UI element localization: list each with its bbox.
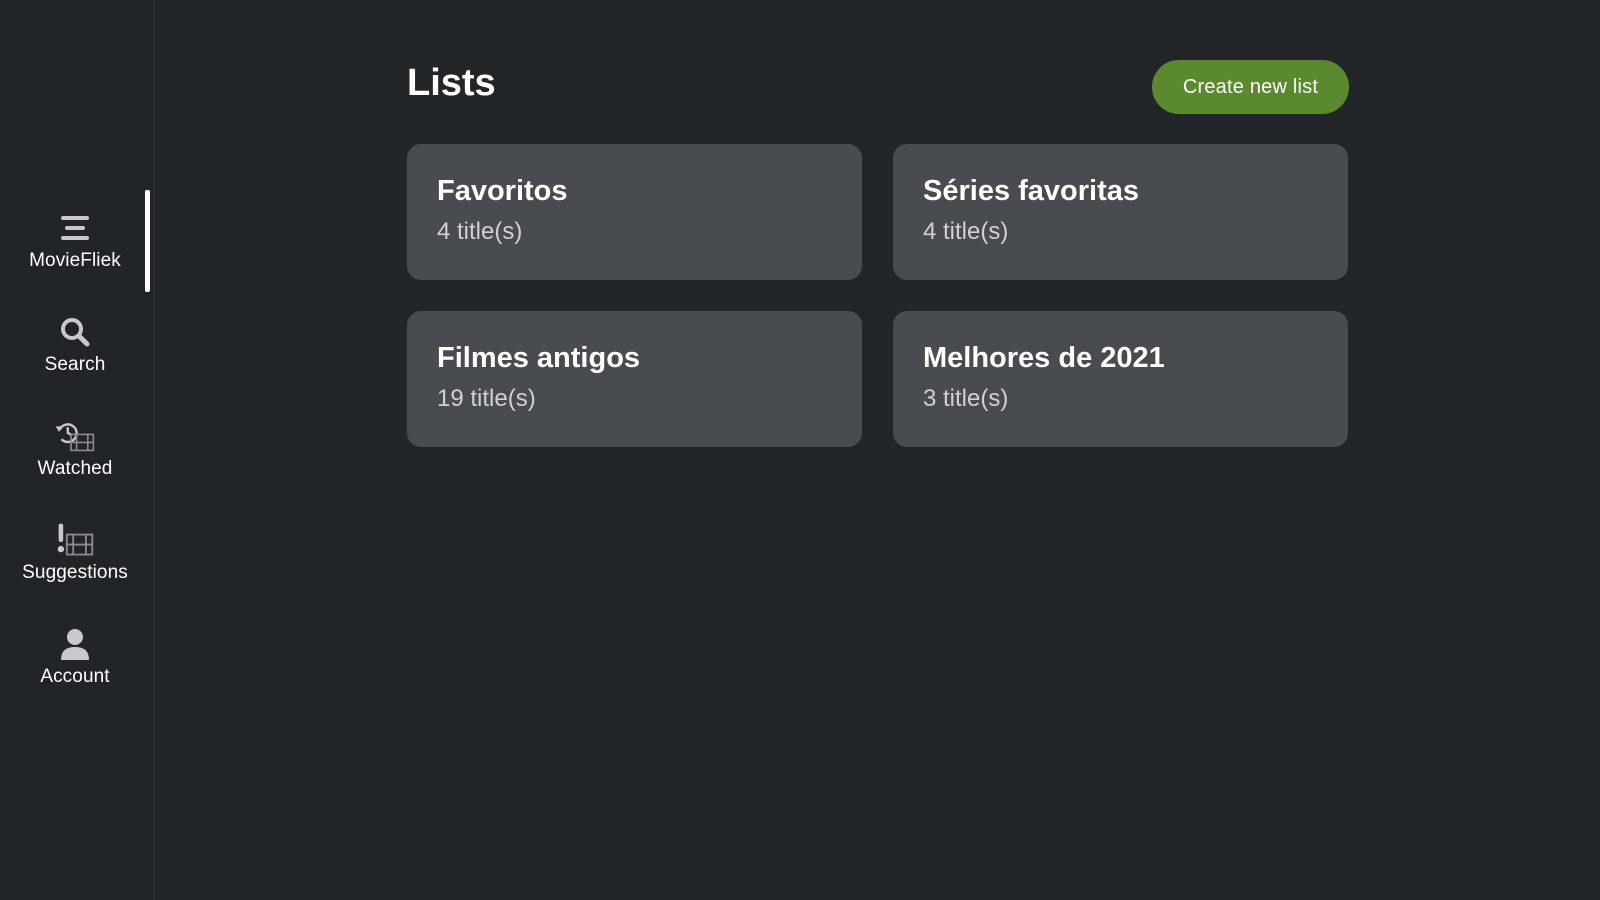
person-icon [55, 626, 95, 662]
sidebar-item-watched[interactable]: Watched [0, 398, 150, 500]
list-card-title: Filmes antigos [437, 342, 641, 374]
sidebar-item-suggestions[interactable]: Suggestions [0, 502, 150, 604]
sidebar-item-label: Suggestions [22, 562, 128, 583]
list-card-count: 4 title(s) [437, 217, 523, 245]
page-title: Lists [407, 62, 496, 104]
sidebar-item-account[interactable]: Account [0, 606, 150, 708]
list-card[interactable]: Melhores de 2021 3 title(s) [893, 311, 1348, 447]
suggestion-film-icon [55, 522, 95, 558]
list-card[interactable]: Filmes antigos 19 title(s) [407, 311, 862, 447]
list-card-count: 4 title(s) [923, 217, 1009, 245]
list-card[interactable]: Séries favoritas 4 title(s) [893, 144, 1348, 280]
sidebar-item-label: MovieFliek [29, 250, 121, 271]
sidebar-item-label: Search [44, 354, 106, 375]
sidebar-item-label: Account [40, 666, 110, 687]
sidebar-nav: MovieFliek Search Watched Suggestions Ac… [0, 0, 155, 900]
list-card[interactable]: Favoritos 4 title(s) [407, 144, 862, 280]
history-film-icon [55, 418, 95, 454]
create-new-list-button[interactable]: Create new list [1152, 60, 1349, 114]
sidebar-item-label: Watched [37, 458, 113, 479]
sidebar-item-moviefliek[interactable]: MovieFliek [0, 190, 150, 292]
list-card-count: 19 title(s) [437, 384, 536, 412]
menu-icon [55, 210, 95, 246]
list-card-count: 3 title(s) [923, 384, 1009, 412]
list-card-title: Melhores de 2021 [923, 342, 1165, 374]
app-root: MovieFliek Search Watched Suggestions Ac… [0, 0, 1600, 900]
list-card-title: Séries favoritas [923, 175, 1140, 207]
sidebar-item-search[interactable]: Search [0, 294, 150, 396]
list-card-title: Favoritos [437, 175, 568, 207]
search-icon [55, 314, 95, 350]
